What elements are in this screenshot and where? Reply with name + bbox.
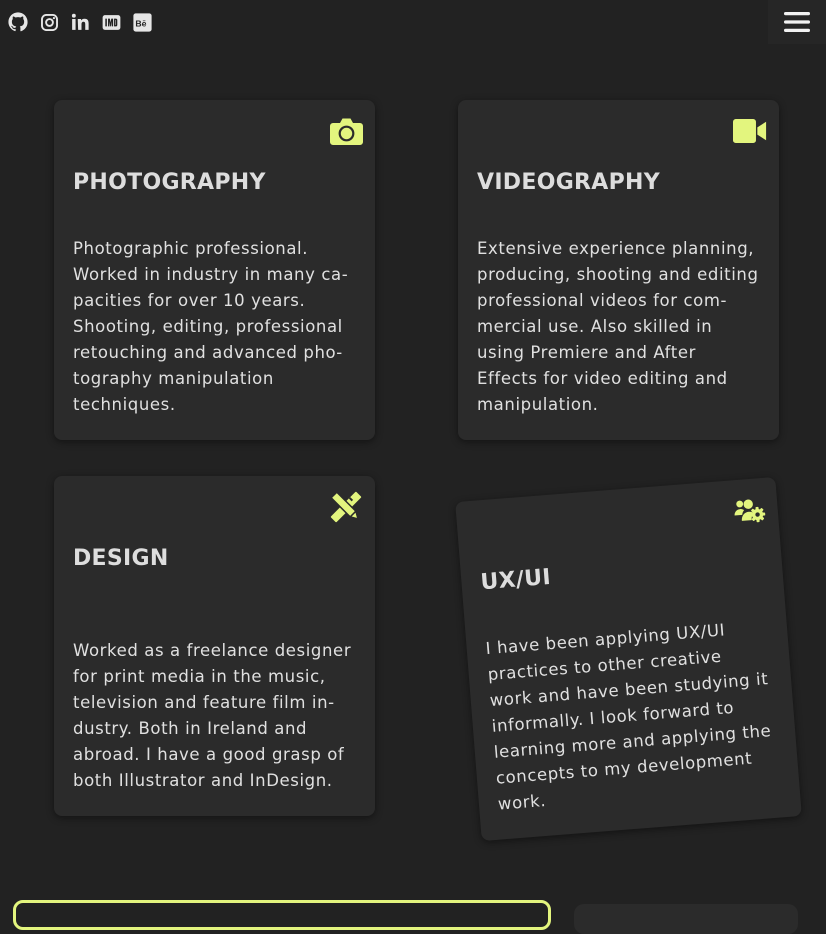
design-card: DESIGN Worked as a freelance designer fo… <box>54 476 375 816</box>
bottom-panel <box>574 904 798 934</box>
svg-text:Bē: Bē <box>135 18 146 28</box>
card-title: DESIGN <box>73 546 169 571</box>
card-description: Extensive experience planning, producing… <box>477 239 759 414</box>
github-link[interactable] <box>8 11 28 33</box>
behance-link[interactable]: Bē <box>132 11 152 33</box>
menu-button[interactable] <box>768 0 826 44</box>
videography-card: VIDEOGRAPHY Extensive experience plannin… <box>458 100 779 440</box>
card-title: UX/UI <box>479 564 552 596</box>
photography-card: PHOTOGRAPHY Photographic professional. W… <box>54 100 375 440</box>
uxui-card[interactable]: UX/UI I have been applying UX/UI practic… <box>455 476 802 842</box>
instagram-link[interactable] <box>39 11 59 33</box>
instagram-icon <box>40 13 58 31</box>
top-bar: Bē <box>0 0 826 44</box>
behance-icon: Bē <box>132 12 152 32</box>
card-description: Worked as a freelance designer for print… <box>73 641 352 790</box>
users-cog-icon <box>730 492 767 529</box>
imdb-link[interactable] <box>101 11 121 33</box>
camera-icon <box>329 114 363 148</box>
card-title: VIDEOGRAPHY <box>477 170 660 195</box>
bottom-outlined-panel <box>13 900 551 930</box>
pencil-ruler-icon <box>329 490 363 524</box>
imdb-icon <box>102 14 120 30</box>
linkedin-link[interactable] <box>70 11 90 33</box>
card-title: PHOTOGRAPHY <box>73 170 266 195</box>
hamburger-menu-icon <box>784 12 810 32</box>
card-description: I have been applying UX/UI practices to … <box>485 620 772 814</box>
video-camera-icon <box>733 114 767 148</box>
card-description: Photographic professional. Worked in ind… <box>73 239 348 414</box>
social-links: Bē <box>8 11 152 33</box>
github-icon <box>8 12 28 32</box>
linkedin-icon <box>71 13 89 30</box>
